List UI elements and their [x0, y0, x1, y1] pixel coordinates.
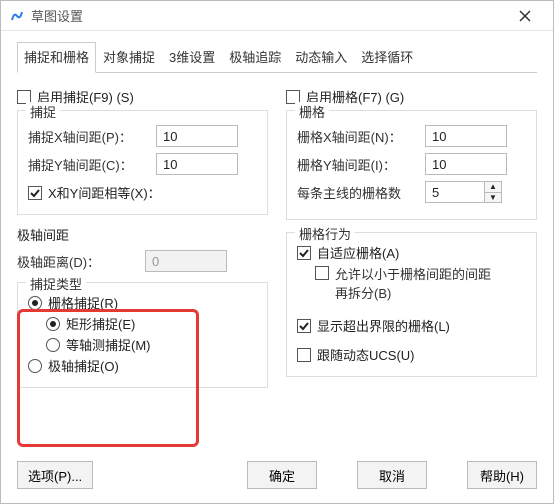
grid-legend: 栅格 — [295, 102, 329, 121]
spinner-down-icon[interactable]: ▼ — [485, 192, 501, 202]
iso-snap-label: 等轴测捕捉(M) — [66, 335, 151, 354]
snap-y-input[interactable] — [156, 153, 238, 175]
grid-y-input[interactable] — [425, 153, 507, 175]
snap-legend: 捕捉 — [26, 102, 60, 121]
snap-fieldset: 捕捉 捕捉X轴间距(P)： 捕捉Y轴间距(C)： X和Y间距相等(X)： — [17, 110, 268, 215]
follow-ucs-label: 跟随动态UCS(U) — [317, 345, 415, 364]
polar-snap-label: 极轴捕捉(O) — [48, 356, 119, 375]
polar-spacing-section: 极轴间距 极轴距离(D)： — [17, 225, 268, 272]
spinner-up-icon[interactable]: ▲ — [485, 182, 501, 192]
adaptive-grid-checkbox[interactable] — [297, 246, 311, 260]
tab-polar-track[interactable]: 极轴追踪 — [222, 42, 288, 73]
follow-ucs-checkbox[interactable] — [297, 348, 311, 362]
grid-y-label: 栅格Y轴间距(I)： — [297, 155, 417, 174]
iso-snap-radio[interactable] — [46, 338, 60, 352]
window-title: 草图设置 — [31, 6, 505, 25]
app-icon — [9, 8, 25, 24]
help-button[interactable]: 帮助(H) — [467, 461, 537, 489]
adaptive-grid-label: 自适应栅格(A) — [317, 243, 399, 262]
grid-behavior-fieldset: 栅格行为 自适应栅格(A) 允许以小于栅格间距的间距再拆分(B) — [286, 232, 537, 377]
major-lines-input[interactable] — [425, 181, 485, 203]
show-beyond-label: 显示超出界限的栅格(L) — [317, 316, 450, 335]
tab-select-cycle[interactable]: 选择循环 — [354, 42, 420, 73]
options-button[interactable]: 选项(P)... — [17, 461, 93, 489]
grid-behavior-legend: 栅格行为 — [295, 224, 355, 243]
polar-dist-input — [145, 250, 227, 272]
major-lines-label: 每条主线的栅格数 — [297, 183, 417, 202]
snap-x-label: 捕捉X轴间距(P)： — [28, 127, 148, 146]
polar-spacing-legend: 极轴间距 — [17, 225, 268, 244]
major-lines-spinner[interactable]: ▲ ▼ — [425, 181, 502, 203]
snap-type-fieldset: 捕捉类型 栅格捕捉(R) 矩形捕捉(E) 等轴测捕捉(M) — [17, 282, 268, 388]
tab-3d-settings[interactable]: 3维设置 — [162, 42, 222, 73]
snap-x-input[interactable] — [156, 125, 238, 147]
sub-split-checkbox[interactable] — [315, 266, 329, 280]
sub-split-label: 允许以小于栅格间距的间距再拆分(B) — [335, 264, 495, 302]
grid-x-input[interactable] — [425, 125, 507, 147]
rect-snap-radio[interactable] — [46, 317, 60, 331]
snap-y-label: 捕捉Y轴间距(C)： — [28, 155, 148, 174]
equal-xy-label: X和Y间距相等(X)： — [48, 183, 161, 202]
rect-snap-label: 矩形捕捉(E) — [66, 314, 135, 333]
cancel-button[interactable]: 取消 — [357, 461, 427, 489]
tab-strip: 捕捉和栅格 对象捕捉 3维设置 极轴追踪 动态输入 选择循环 — [17, 41, 537, 73]
polar-snap-radio[interactable] — [28, 359, 42, 373]
grid-x-label: 栅格X轴间距(N)： — [297, 127, 417, 146]
grid-snap-radio[interactable] — [28, 296, 42, 310]
close-button[interactable] — [505, 2, 545, 30]
tab-object-snap[interactable]: 对象捕捉 — [96, 42, 162, 73]
grid-snap-label: 栅格捕捉(R) — [48, 293, 118, 312]
tab-dynamic-input[interactable]: 动态输入 — [288, 42, 354, 73]
polar-dist-label: 极轴距离(D)： — [17, 252, 137, 271]
tab-snap-grid[interactable]: 捕捉和栅格 — [17, 42, 96, 73]
grid-fieldset: 栅格 栅格X轴间距(N)： 栅格Y轴间距(I)： 每条主线的栅格数 — [286, 110, 537, 220]
snap-type-legend: 捕捉类型 — [26, 274, 86, 293]
show-beyond-checkbox[interactable] — [297, 319, 311, 333]
ok-button[interactable]: 确定 — [247, 461, 317, 489]
equal-xy-checkbox[interactable] — [28, 186, 42, 200]
close-icon — [519, 10, 531, 22]
